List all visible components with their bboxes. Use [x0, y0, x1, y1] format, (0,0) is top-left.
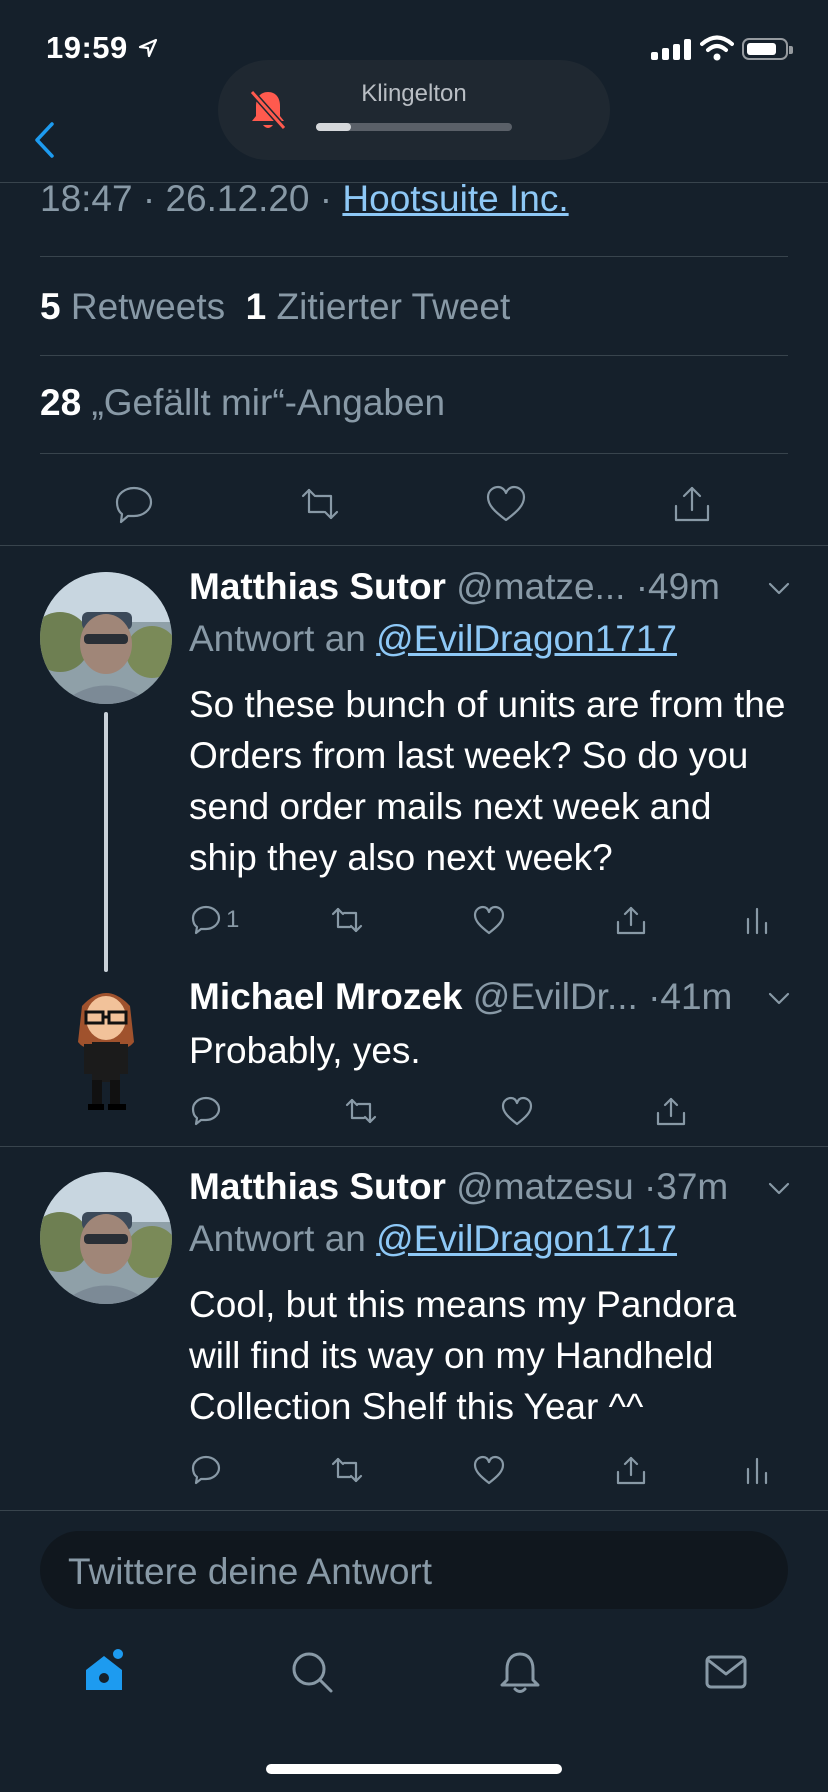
- reply-time: 37m: [656, 1166, 729, 1207]
- tweet-timestamp: 18:47 · 26.12.20 · Hootsuite Inc.: [40, 178, 569, 219]
- author-handle[interactable]: @matzesu: [456, 1166, 633, 1207]
- divider: [40, 256, 788, 257]
- chevron-down-icon[interactable]: [766, 575, 792, 601]
- notifications-icon[interactable]: [496, 1648, 544, 1696]
- tweet-date: 26.12.20: [165, 178, 310, 219]
- reply-text: So these bunch of units are from the Ord…: [189, 684, 786, 878]
- search-icon[interactable]: [288, 1648, 336, 1696]
- author-handle[interactable]: @matze...: [456, 566, 625, 607]
- divider: [0, 1146, 828, 1147]
- author-name[interactable]: Matthias Sutor: [189, 1166, 446, 1207]
- replying-to: Antwort an @EvilDragon1717: [189, 1218, 677, 1259]
- reply-time: 49m: [648, 566, 720, 607]
- retweet-icon[interactable]: [330, 903, 364, 937]
- share-icon[interactable]: [614, 903, 648, 937]
- divider: [0, 1510, 828, 1511]
- battery-icon: [742, 38, 793, 60]
- divider: [0, 545, 828, 546]
- reply-time: 41m: [660, 976, 733, 1017]
- share-icon[interactable]: [614, 1453, 648, 1487]
- retweet-icon[interactable]: [298, 482, 342, 526]
- location-arrow-icon: [138, 38, 158, 58]
- reply-icon[interactable]: [189, 1094, 223, 1128]
- share-icon[interactable]: [670, 482, 714, 526]
- bell-muted-icon: [249, 90, 287, 130]
- ringer-volume-fill: [316, 123, 351, 131]
- tweet-source-link[interactable]: Hootsuite Inc.: [342, 178, 568, 219]
- divider: [40, 453, 788, 454]
- reply-icon[interactable]: [189, 903, 223, 937]
- ringer-label: Klingelton: [361, 80, 467, 107]
- back-arrow-icon[interactable]: [32, 120, 58, 160]
- avatar[interactable]: [64, 982, 148, 1112]
- reply-icon[interactable]: [112, 482, 156, 526]
- tweet-time: 18:47: [40, 178, 133, 219]
- share-icon[interactable]: [654, 1094, 688, 1128]
- retweet-icon[interactable]: [344, 1094, 378, 1128]
- chevron-down-icon[interactable]: [766, 1175, 792, 1201]
- like-icon[interactable]: [472, 903, 506, 937]
- reply-text: Cool, but this means my Pandora will fin…: [189, 1284, 737, 1427]
- retweet-stats[interactable]: 5 Retweets 1 Zitierter Tweet: [40, 286, 510, 328]
- reply-compose-input[interactable]: [66, 1550, 750, 1594]
- like-icon[interactable]: [500, 1094, 534, 1128]
- reply-header: Matthias Sutor @matze... ·49m: [189, 566, 720, 607]
- home-indicator[interactable]: [266, 1764, 562, 1774]
- reply-header: Matthias Sutor @matzesu ·37m: [189, 1166, 729, 1207]
- messages-icon[interactable]: [702, 1648, 750, 1696]
- like-icon[interactable]: [484, 482, 528, 526]
- replying-to: Antwort an @EvilDragon1717: [189, 618, 677, 659]
- mention-link[interactable]: @EvilDragon1717: [376, 1218, 677, 1259]
- chevron-down-icon[interactable]: [766, 985, 792, 1011]
- thread-connector: [104, 712, 108, 972]
- reply-text: Probably, yes.: [189, 1030, 421, 1071]
- reply-header: Michael Mrozek @EvilDr... ·41m: [189, 976, 733, 1017]
- home-icon[interactable]: [80, 1648, 128, 1696]
- status-time: 19:59: [46, 30, 128, 65]
- analytics-icon[interactable]: [740, 903, 774, 937]
- author-name[interactable]: Michael Mrozek: [189, 976, 462, 1017]
- likes-stats[interactable]: 28 „Gefällt mir“-Angaben: [40, 382, 445, 424]
- mention-link[interactable]: @EvilDragon1717: [376, 618, 677, 659]
- like-icon[interactable]: [472, 1453, 506, 1487]
- cellular-signal-icon: [651, 38, 691, 60]
- author-handle[interactable]: @EvilDr...: [473, 976, 638, 1017]
- reply-count: 1: [226, 906, 240, 933]
- retweet-icon[interactable]: [330, 1453, 364, 1487]
- divider: [40, 355, 788, 356]
- wifi-icon: [700, 35, 734, 61]
- avatar[interactable]: [40, 572, 172, 704]
- reply-icon[interactable]: [189, 1453, 223, 1487]
- avatar[interactable]: [40, 1172, 172, 1304]
- author-name[interactable]: Matthias Sutor: [189, 566, 446, 607]
- analytics-icon[interactable]: [740, 1453, 774, 1487]
